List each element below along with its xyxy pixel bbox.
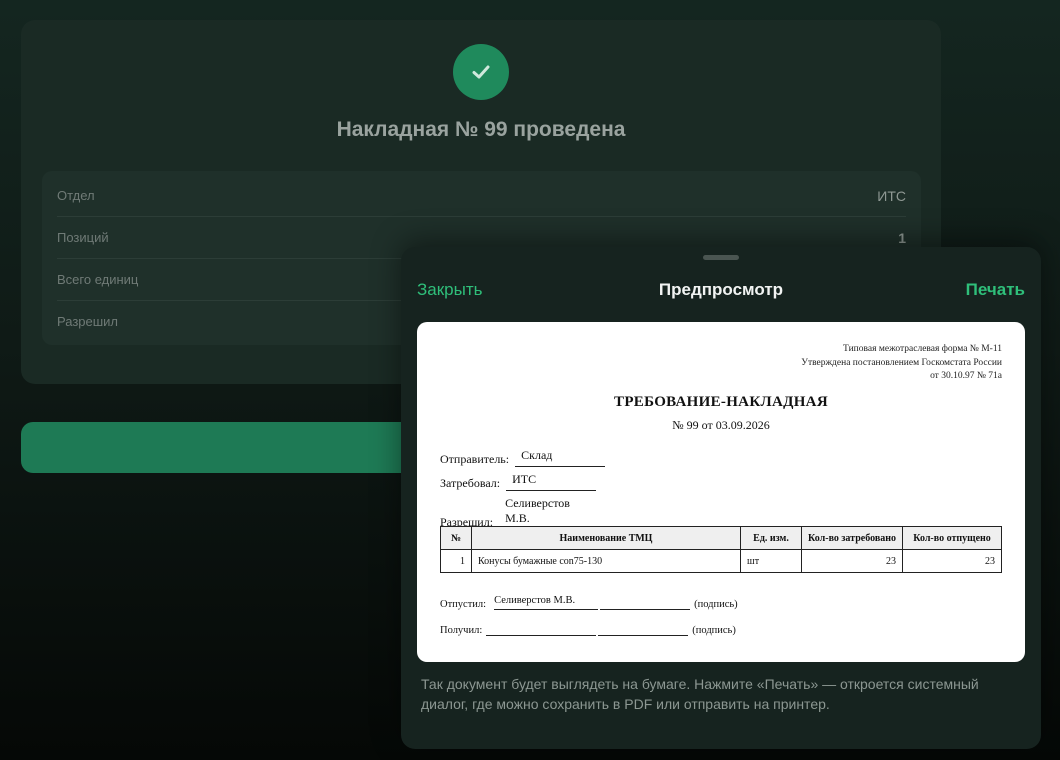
field-label: Затребовал:	[440, 476, 501, 490]
field-value: Селиверстов М.В.	[499, 496, 602, 530]
summary-label: Позиций	[57, 230, 109, 245]
preview-sheet: Закрыть Предпросмотр Печать Типовая межо…	[401, 247, 1041, 749]
column-header: Кол-во затребовано	[801, 526, 903, 550]
summary-label: Всего единиц	[57, 272, 139, 287]
requester-field: Затребовал: ИТС	[440, 472, 597, 491]
success-badge	[453, 44, 509, 100]
signature-line	[600, 595, 691, 610]
received-signature: Получил: (подпись)	[440, 621, 736, 636]
signature-label: Отпустил:	[440, 599, 487, 610]
column-header: Ед. изм.	[740, 526, 802, 550]
page-title: Накладная № 99 проведена	[336, 118, 626, 141]
summary-row-department: Отдел ИТС	[57, 175, 906, 217]
column-header: Наименование ТМЦ	[471, 526, 741, 550]
summary-label: Разрешил	[57, 314, 119, 329]
column-header: №	[440, 526, 472, 550]
table-header-row: № Наименование ТМЦ Ед. изм. Кол-во затре…	[440, 526, 1002, 550]
document-title: ТРЕБОВАНИЕ-НАКЛАДНАЯ	[614, 394, 828, 410]
table-row: 1 Конусы бумажные con75-130 шт 23 23	[440, 549, 1002, 573]
preview-hint: Так документ будет выглядеть на бумаге. …	[421, 676, 979, 712]
cell-number: 1	[440, 549, 472, 573]
signature-label: Получил:	[440, 625, 483, 636]
field-value: ИТС	[506, 472, 597, 491]
signature-name-line	[486, 621, 597, 636]
sheet-title: Предпросмотр	[658, 280, 784, 299]
document-number: № 99 от 03.09.2026	[672, 418, 770, 432]
cell-released: 23	[902, 549, 1002, 573]
sender-field: Отправитель: Склад	[440, 448, 606, 467]
summary-label: Отдел	[57, 188, 95, 203]
field-label: Отправитель:	[440, 452, 510, 466]
cell-unit: шт	[740, 549, 802, 573]
signature-line	[598, 621, 689, 636]
signature-caption: (подпись)	[692, 625, 736, 636]
cell-requested: 23	[801, 549, 903, 573]
form-note-line: Утверждена постановлением Госкомстата Ро…	[801, 357, 1002, 368]
summary-value: ИТС	[877, 187, 906, 204]
approver-field: Разрешил: Селиверстов М.В.	[440, 496, 602, 530]
field-value: Склад	[515, 448, 606, 467]
summary-value: 1	[898, 229, 906, 246]
form-note-line: от 30.10.97 № 71а	[930, 371, 1002, 381]
released-signature: Отпустил: Селиверстов М.В. (подпись)	[440, 595, 738, 610]
form-note-line: Типовая межотраслевая форма № М-11	[843, 344, 1002, 354]
document-preview: Типовая межотраслевая форма № М-11 Утвер…	[417, 322, 1025, 662]
sheet-grabber[interactable]	[703, 255, 739, 260]
signature-name: Селиверстов М.В.	[494, 595, 599, 610]
cell-name: Конусы бумажные con75-130	[471, 549, 741, 573]
form-note: Типовая межотраслевая форма № М-11 Утвер…	[801, 343, 1002, 384]
items-table: № Наименование ТМЦ Ед. изм. Кол-во затре…	[440, 526, 1002, 573]
print-button[interactable]: Печать	[966, 280, 1025, 300]
column-header: Кол-во отпущено	[902, 526, 1002, 550]
signature-caption: (подпись)	[694, 599, 738, 610]
check-icon	[472, 65, 490, 79]
